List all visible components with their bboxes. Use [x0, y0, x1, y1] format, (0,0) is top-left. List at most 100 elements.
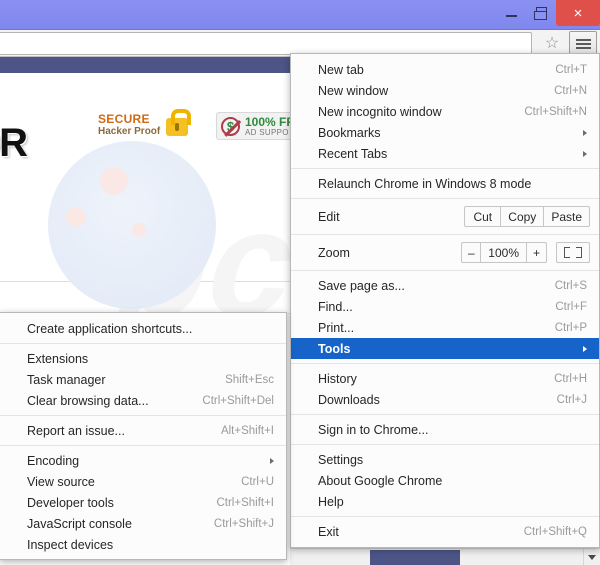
- menu-item-history[interactable]: History Ctrl+H: [291, 368, 599, 389]
- hamburger-icon-line: [575, 46, 591, 49]
- orb-dot: [66, 207, 86, 227]
- menu-item-shortcut: Ctrl+S: [554, 279, 587, 292]
- menu-item-save-page-as[interactable]: Save page as... Ctrl+S: [291, 275, 599, 296]
- copy-button[interactable]: Copy: [501, 206, 545, 227]
- close-icon: ×: [573, 4, 583, 22]
- menu-item-shortcut: Ctrl+P: [554, 321, 587, 334]
- menu-item-report-an-issue[interactable]: Report an issue... Alt+Shift+I: [0, 420, 286, 441]
- menu-item-label: Bookmarks: [318, 125, 381, 140]
- menu-item-tools[interactable]: Tools: [291, 338, 599, 359]
- menu-item-shortcut: Ctrl+Shift+Del: [202, 394, 274, 407]
- menu-item-label: New window: [318, 83, 389, 98]
- chevron-right-icon: [583, 345, 587, 352]
- menu-item-label: Zoom: [318, 245, 350, 260]
- chevron-right-icon: [583, 150, 587, 157]
- site-logo: R OR: [0, 95, 28, 166]
- free-badge-subtitle: AD SUPPO: [245, 128, 289, 137]
- scrollbar-thumb[interactable]: [370, 550, 460, 565]
- menu-item-shortcut: Ctrl+Shift+Q: [523, 525, 587, 538]
- menu-item-shortcut: Ctrl+J: [556, 393, 587, 406]
- menu-separator: [291, 363, 599, 364]
- menu-item-help[interactable]: Help: [291, 491, 599, 512]
- paste-button[interactable]: Paste: [544, 206, 590, 227]
- close-button[interactable]: ×: [556, 0, 600, 26]
- menu-item-label: Relaunch Chrome in Windows 8 mode: [318, 176, 532, 191]
- menu-item-label: Help: [318, 494, 344, 509]
- menu-item-shortcut: Ctrl+Shift+J: [213, 517, 274, 530]
- menu-item-label: New tab: [318, 62, 364, 77]
- orb-dot: [132, 223, 146, 237]
- menu-item-label: Exit: [318, 524, 339, 539]
- menu-item-label: Settings: [318, 452, 364, 467]
- menu-item-about-google-chrome[interactable]: About Google Chrome: [291, 470, 599, 491]
- chevron-right-icon: [270, 457, 274, 464]
- bookmark-star-icon[interactable]: ☆: [542, 34, 562, 54]
- menu-item-label: Sign in to Chrome...: [318, 422, 429, 437]
- scroll-down-arrow-icon[interactable]: [583, 549, 600, 565]
- menu-item-label: Tools: [318, 341, 351, 356]
- menu-item-task-manager[interactable]: Task manager Shift+Esc: [0, 369, 286, 390]
- no-money-icon: $: [221, 117, 240, 136]
- menu-separator: [291, 414, 599, 415]
- zoom-level-value: 100%: [481, 242, 527, 263]
- restore-icon: [533, 7, 547, 20]
- decorative-orb: [48, 141, 216, 309]
- zoom-out-button[interactable]: –: [461, 242, 482, 263]
- menu-item-label: Edit: [318, 209, 340, 224]
- menu-item-label: JavaScript console: [27, 516, 132, 531]
- chrome-main-menu: New tab Ctrl+T New window Ctrl+N New incogni…: [290, 53, 600, 548]
- menu-item-shortcut: Ctrl+U: [241, 475, 274, 488]
- fullscreen-corner-icon: [576, 252, 582, 258]
- fullscreen-corner-icon: [564, 252, 570, 258]
- menu-item-encoding[interactable]: Encoding: [0, 450, 286, 471]
- menu-item-recent-tabs[interactable]: Recent Tabs: [291, 143, 599, 164]
- minimize-icon: [505, 15, 517, 17]
- maximize-button[interactable]: [526, 0, 556, 24]
- menu-item-javascript-console[interactable]: JavaScript console Ctrl+Shift+J: [0, 513, 286, 534]
- menu-item-developer-tools[interactable]: Developer tools Ctrl+Shift+I: [0, 492, 286, 513]
- menu-item-label: Downloads: [318, 392, 380, 407]
- chevron-right-icon: [583, 129, 587, 136]
- menu-item-shortcut: Ctrl+Shift+I: [216, 496, 274, 509]
- menu-item-bookmarks[interactable]: Bookmarks: [291, 122, 599, 143]
- lock-icon: [166, 109, 191, 136]
- hamburger-icon-line: [575, 42, 591, 45]
- menu-item-new-window[interactable]: New window Ctrl+N: [291, 80, 599, 101]
- browser-window: × ☆ pcrisk.com R OR SECURE Hacker P: [0, 0, 600, 565]
- menu-item-label: Clear browsing data...: [27, 393, 149, 408]
- minimize-button[interactable]: [496, 0, 526, 24]
- menu-item-print[interactable]: Print... Ctrl+P: [291, 317, 599, 338]
- logo-line-2: OR: [0, 121, 28, 166]
- menu-item-clear-browsing-data[interactable]: Clear browsing data... Ctrl+Shift+Del: [0, 390, 286, 411]
- menu-item-label: Report an issue...: [27, 423, 125, 438]
- menu-item-label: Save page as...: [318, 278, 405, 293]
- menu-item-relaunch-chrome-in-windows-8-mode[interactable]: Relaunch Chrome in Windows 8 mode: [291, 173, 599, 194]
- menu-item-label: Inspect devices: [27, 537, 114, 552]
- menu-separator: [0, 445, 286, 446]
- address-bar-input[interactable]: [0, 32, 532, 55]
- zoom-button-group: –100% +: [461, 242, 547, 263]
- zoom-in-button[interactable]: +: [527, 242, 547, 263]
- menu-item-extensions[interactable]: Extensions: [0, 348, 286, 369]
- menu-item-find[interactable]: Find... Ctrl+F: [291, 296, 599, 317]
- menu-item-create-application-shortcuts[interactable]: Create application shortcuts...: [0, 318, 286, 339]
- menu-separator: [291, 444, 599, 445]
- menu-item-sign-in-to-chrome[interactable]: Sign in to Chrome...: [291, 419, 599, 440]
- menu-item-label: History: [318, 371, 357, 386]
- menu-item-exit[interactable]: Exit Ctrl+Shift+Q: [291, 521, 599, 542]
- menu-separator: [291, 234, 599, 235]
- horizontal-scrollbar[interactable]: [290, 548, 600, 565]
- menu-item-shortcut: Ctrl+N: [554, 84, 587, 97]
- edit-button-group: Cut Copy Paste: [464, 206, 590, 227]
- menu-item-downloads[interactable]: Downloads Ctrl+J: [291, 389, 599, 410]
- fullscreen-button[interactable]: [556, 242, 590, 263]
- menu-item-shortcut: Ctrl+F: [555, 300, 587, 313]
- menu-item-shortcut: Shift+Esc: [225, 373, 274, 386]
- menu-item-label: About Google Chrome: [318, 473, 443, 488]
- menu-item-view-source[interactable]: View source Ctrl+U: [0, 471, 286, 492]
- menu-item-new-tab[interactable]: New tab Ctrl+T: [291, 59, 599, 80]
- cut-button[interactable]: Cut: [464, 206, 502, 227]
- menu-item-settings[interactable]: Settings: [291, 449, 599, 470]
- menu-item-inspect-devices[interactable]: Inspect devices: [0, 534, 286, 555]
- menu-item-new-incognito-window[interactable]: New incognito window Ctrl+Shift+N: [291, 101, 599, 122]
